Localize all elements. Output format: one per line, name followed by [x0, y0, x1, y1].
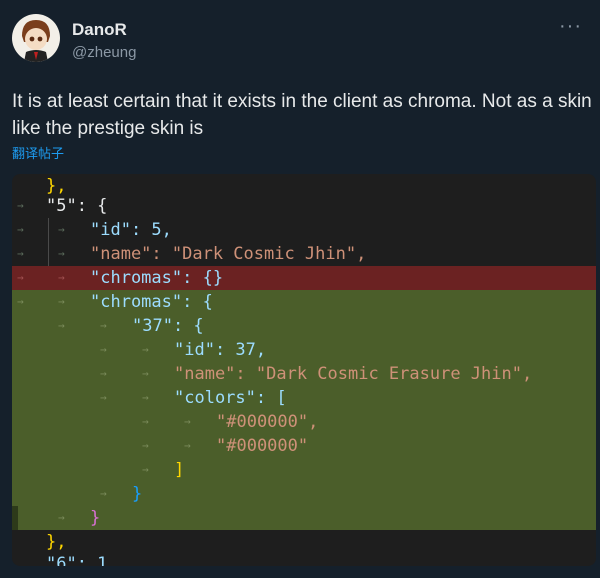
code-text: } — [90, 508, 101, 528]
indent-arrow-icon: → — [184, 415, 191, 428]
indent-arrow-icon: → — [58, 223, 65, 236]
code-text: } — [132, 484, 143, 504]
code-text: "#000000", — [216, 412, 319, 432]
tweet-text: It is at least certain that it exists in… — [12, 91, 592, 139]
diff-added-line: → → "id": 37, — [12, 338, 596, 362]
code-text: "6": 1 — [46, 554, 108, 566]
indent-arrow-icon: → — [58, 295, 65, 308]
indent-arrow-icon: → — [142, 343, 149, 356]
indent-arrow-icon: → — [142, 367, 149, 380]
code-line: → → "id": 5, — [12, 218, 596, 242]
more-options-icon[interactable]: ··· — [559, 16, 582, 36]
indent-arrow-icon: → — [142, 463, 149, 476]
user-handle[interactable]: @zheung — [72, 44, 136, 61]
code-text: "chromas": { — [90, 292, 213, 312]
code-text: "name": "Dark Cosmic Erasure Jhin", — [174, 364, 533, 384]
code-line: → → "name": "Dark Cosmic Jhin", — [12, 242, 596, 266]
indent-arrow-icon: → — [100, 367, 107, 380]
code-text: "37": { — [132, 316, 204, 336]
code-text: ] — [174, 460, 185, 480]
indent-arrow-icon: → — [142, 391, 149, 404]
diff-added-line: → } — [12, 482, 596, 506]
indent-arrow-icon: → — [17, 223, 24, 236]
display-name[interactable]: DanoR — [72, 20, 127, 40]
indent-arrow-icon: → — [58, 319, 65, 332]
diff-added-line: → ] — [12, 458, 596, 482]
code-line: "6": 1 — [12, 552, 596, 566]
code-text: "#000000" — [216, 436, 309, 456]
indent-arrow-icon: → — [17, 295, 24, 308]
indent-arrow-icon: → — [184, 439, 191, 452]
diff-added-line: → → "#000000" — [12, 434, 596, 458]
code-text: "chromas": {} — [90, 268, 224, 288]
indent-arrow-icon: → — [100, 319, 107, 332]
diff-removed-line: → → "chromas": {} — [12, 266, 596, 290]
indent-arrow-icon: → — [58, 511, 65, 524]
translate-post-link[interactable]: 翻译帖子 — [12, 143, 64, 162]
indent-arrow-icon: → — [58, 247, 65, 260]
indent-arrow-icon: → — [17, 271, 24, 284]
diff-added-line: → } — [12, 506, 596, 530]
diff-added-line: → → "#000000", — [12, 410, 596, 434]
code-text: "name": "Dark Cosmic Jhin", — [90, 244, 367, 264]
diff-added-line: → → "37": { — [12, 314, 596, 338]
code-text: "5": { — [46, 196, 108, 216]
indent-arrow-icon: → — [100, 391, 107, 404]
indent-arrow-icon: → — [17, 199, 24, 212]
code-line: → "5": { — [12, 194, 596, 218]
avatar[interactable] — [12, 14, 60, 62]
indent-arrow-icon: → — [142, 415, 149, 428]
diff-added-line: → → "colors": [ — [12, 386, 596, 410]
tweet-header: DanoR @zheung ··· — [12, 14, 588, 66]
indent-arrow-icon: → — [17, 247, 24, 260]
code-text: }, — [46, 176, 67, 196]
code-text: "id": 5, — [90, 220, 172, 240]
indent-arrow-icon: → — [58, 271, 65, 284]
indent-arrow-icon: → — [142, 439, 149, 452]
code-line: }, — [12, 530, 596, 554]
code-text: "colors": [ — [174, 388, 287, 408]
indent-arrow-icon: → — [100, 343, 107, 356]
diff-added-line: → → "name": "Dark Cosmic Erasure Jhin", — [12, 362, 596, 386]
code-screenshot: }, → "5": { → → "id": 5, → → "name": "Da… — [12, 174, 596, 566]
indent-arrow-icon: → — [100, 487, 107, 500]
code-text: }, — [46, 532, 67, 552]
diff-added-line: → → "chromas": { — [12, 290, 596, 314]
code-text: "id": 37, — [174, 340, 267, 360]
